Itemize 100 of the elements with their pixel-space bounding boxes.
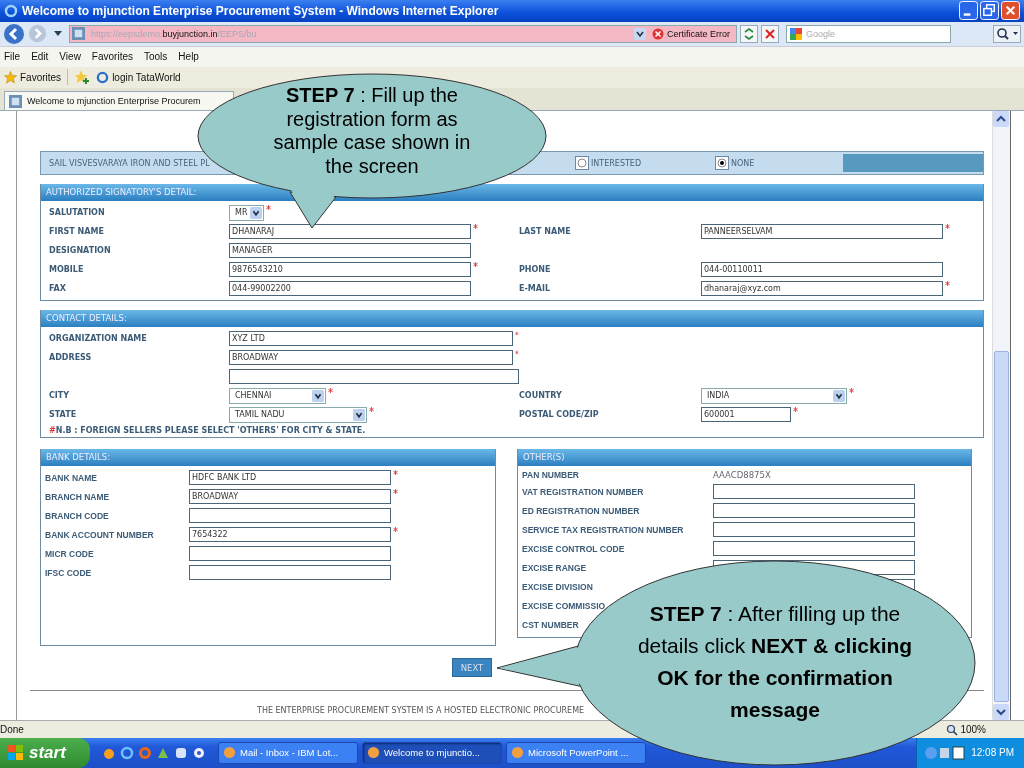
app-icon [367, 746, 380, 760]
scrollbar[interactable] [992, 111, 1010, 721]
browser-logo-icon [96, 70, 110, 84]
note-text: #N.B : FOREIGN SELLERS PLEASE SELECT 'OTHERS' FOR CITY & STATE. [49, 426, 367, 436]
menu-item[interactable]: Edit [31, 51, 49, 63]
close-button[interactable] [1001, 1, 1020, 21]
dropdown-arrow-icon[interactable] [634, 27, 646, 40]
star-icon [4, 70, 17, 84]
radio-button[interactable] [575, 156, 589, 171]
text-field[interactable] [713, 503, 915, 519]
footer-text: THE ENTERPRISE PROCUREMENT SYSTEM IS A HOSTED ELECTRONIC PROCUREME [257, 706, 585, 716]
menu-item[interactable]: File [4, 51, 21, 63]
section-header: CONTACT DETAILS: [41, 310, 983, 328]
zoom-icon [946, 723, 959, 736]
minimize-button[interactable] [959, 1, 978, 21]
field-label: EXCISE CONTROL CODE [522, 543, 625, 554]
text-field[interactable] [189, 565, 391, 581]
scroll-up-icon[interactable] [993, 111, 1009, 128]
certificate-error-button[interactable]: Certificate Error [650, 27, 736, 40]
app-icon[interactable] [156, 746, 170, 760]
field-label: POSTAL CODE/ZIP [519, 410, 599, 420]
maximize-button[interactable] [980, 1, 999, 21]
text-field[interactable]: dhanaraj@xyz.com [701, 281, 943, 297]
radio-option[interactable]: INTERESTED [575, 156, 715, 171]
back-button[interactable] [3, 22, 25, 45]
shield-icon [652, 27, 664, 40]
dropdown[interactable]: INDIA [701, 387, 847, 404]
field-label: ORGANIZATION NAME [49, 334, 147, 344]
windows-logo-icon [8, 745, 24, 761]
text-field[interactable]: DHANARAJ [229, 224, 471, 240]
taskbar-button[interactable]: Mail - Inbox - IBM Lot... [218, 742, 358, 764]
text-field[interactable]: 600001 [701, 407, 791, 423]
text-field[interactable] [713, 522, 915, 538]
taskbar-button[interactable]: Microsoft PowerPoint ... [506, 742, 646, 764]
radio-option[interactable]: NONE [715, 156, 843, 171]
text-field[interactable]: XYZ LTD [229, 331, 514, 347]
text-field[interactable]: 044-99002200 [229, 281, 471, 297]
page-icon [72, 27, 85, 41]
scroll-down-icon[interactable] [993, 704, 1009, 721]
field-label: FAX [49, 284, 66, 294]
refresh-button[interactable] [740, 24, 758, 43]
field-label: STATE [49, 410, 77, 420]
text-field[interactable] [229, 369, 519, 385]
app-icon [223, 746, 236, 760]
search-button[interactable] [993, 24, 1021, 43]
app-icon[interactable] [174, 746, 188, 760]
browser-tab[interactable]: Welcome to mjunction Enterprise Procurem [4, 91, 234, 111]
field-label: SALUTATION [49, 208, 105, 218]
zoom-button[interactable]: 100% [946, 723, 986, 736]
text-field[interactable]: PANNEERSELVAM [701, 224, 943, 240]
address-field[interactable]: https://eepsdemo.buyjunction.in/EEPS/bu Certificate Error [69, 24, 737, 43]
dropdown[interactable]: CHENNAI [229, 387, 326, 404]
section-header: BANK DETAILS: [41, 449, 495, 467]
taskbar-button[interactable]: Welcome to mjunctio... [362, 742, 502, 764]
app-icon[interactable] [192, 746, 206, 760]
dropdown[interactable]: TAMIL NADU [229, 406, 367, 423]
field-label: E-MAIL [519, 284, 550, 294]
text-field[interactable]: HDFC BANK LTD [189, 470, 391, 486]
field-label: CITY [49, 391, 70, 401]
text-field[interactable]: BROADWAY [189, 489, 391, 505]
add-favorite-icon[interactable] [74, 70, 91, 85]
menu-item[interactable]: Tools [144, 51, 168, 63]
field-label: CST NUMBER [522, 619, 579, 630]
field-label: PHONE [519, 265, 551, 275]
text-field[interactable] [713, 541, 915, 557]
field-label: BRANCH CODE [45, 510, 109, 521]
dropdown[interactable]: MR [229, 204, 264, 221]
field-label: MOBILE [49, 265, 84, 275]
callout-text: STEP 7 : Fill up the registration form as sample case shown in the screen [272, 84, 472, 178]
radio-button[interactable] [715, 156, 729, 171]
menu-item[interactable]: View [59, 51, 81, 63]
favorites-button[interactable]: Favorites [4, 70, 62, 84]
text-field[interactable]: BROADWAY [229, 350, 514, 366]
company-name: SAIL VISVESVARAYA IRON AND STEEL PL [49, 158, 210, 168]
menu-item[interactable]: Help [178, 51, 199, 63]
text-field[interactable]: 7654322 [189, 527, 391, 543]
stop-button[interactable] [761, 24, 779, 43]
text-field[interactable] [189, 546, 391, 562]
clock: 12:08 PM [971, 747, 1014, 759]
status-text: Done [0, 724, 24, 736]
field-label: VAT REGISTRATION NUMBER [522, 486, 644, 497]
caret-icon[interactable] [54, 30, 62, 37]
favorite-link[interactable]: login TataWorld [96, 70, 181, 84]
field-value: AAACD8875X [713, 470, 771, 481]
field-label: COUNTRY [519, 391, 562, 401]
text-field[interactable] [189, 508, 391, 524]
scroll-thumb[interactable] [994, 351, 1009, 703]
text-field[interactable]: 9876543210 [229, 262, 471, 278]
text-field[interactable] [713, 484, 915, 500]
text-field[interactable]: MANAGER [229, 243, 471, 259]
text-field[interactable]: 044-00110011 [701, 262, 943, 278]
window-title: Welcome to mjunction Enterprise Procurement System - Windows Internet Explorer [22, 3, 499, 18]
field-label: SERVICE TAX REGISTRATION NUMBER [522, 524, 684, 535]
start-button[interactable]: start [0, 738, 90, 768]
app-icon[interactable] [102, 746, 116, 760]
browser-logo-icon[interactable] [120, 746, 134, 760]
field-label: MICR CODE [45, 548, 94, 559]
field-label: BRANCH NAME [45, 491, 110, 502]
menu-item[interactable]: Favorites [91, 51, 133, 63]
callout-text: STEP 7 : After filling up the details click NEXT & clicking OK for the confirmation message [636, 601, 914, 723]
